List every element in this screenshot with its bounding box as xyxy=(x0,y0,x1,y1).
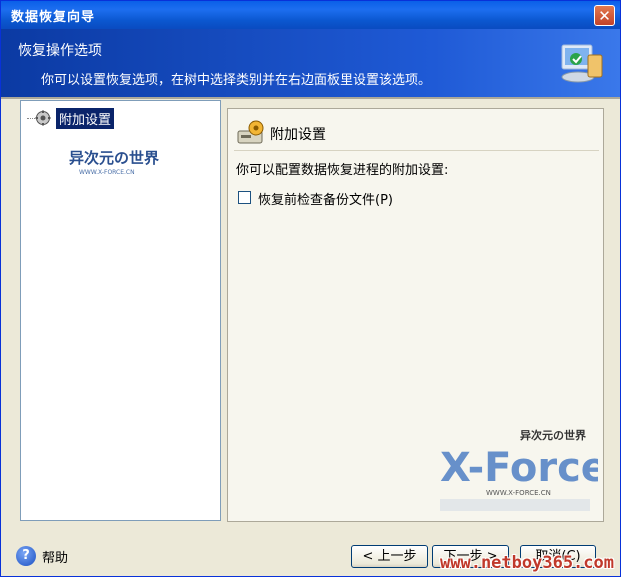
section-header: 附加设置 xyxy=(236,119,596,149)
recovery-wizard-icon xyxy=(561,44,603,83)
settings-drive-icon xyxy=(237,120,264,144)
gear-icon xyxy=(35,110,51,126)
site-watermark-small: 异次元の世界 WWW.X-FORCE.CN xyxy=(69,149,159,176)
netboy-watermark: www.netboy365.com xyxy=(440,553,614,573)
tree-item-additional-settings[interactable]: 附加设置 xyxy=(56,108,115,129)
header-title: 恢复操作选项 xyxy=(18,43,102,59)
section-divider xyxy=(234,150,599,151)
panel-title: 附加设置 xyxy=(270,127,326,143)
category-tree[interactable]: 附加设置 异次元の世界 WWW.X-FORCE.CN xyxy=(20,100,221,521)
back-button[interactable]: < 上一步 xyxy=(351,545,428,568)
header-separator xyxy=(1,97,620,99)
close-button[interactable]: ✕ xyxy=(594,5,615,26)
window-title: 数据恢复向导 xyxy=(11,10,96,25)
watermark-url: WWW.X-FORCE.CN xyxy=(486,489,551,497)
watermark-tagline: 异次元の世界 xyxy=(520,428,586,442)
watermark-small-sub: WWW.X-FORCE.CN xyxy=(79,169,135,176)
settings-panel: 附加设置 你可以配置数据恢复进程的附加设置: 恢复前检查备份文件(P) X-Fo… xyxy=(227,108,604,522)
wizard-window: 数据恢复向导 ✕ 恢复操作选项 你可以设置恢复选项，在树中选择类别并在右边面板里… xyxy=(0,0,621,577)
check-backup-label[interactable]: 恢复前检查备份文件(P) xyxy=(258,189,393,208)
xforce-watermark-logo: X-Force 异次元の世界 WWW.X-FORCE.CN xyxy=(440,428,598,511)
wizard-header: 恢复操作选项 你可以设置恢复选项，在树中选择类别并在右边面板里设置该选项。 xyxy=(1,29,620,97)
help-icon[interactable]: ? xyxy=(16,546,36,566)
watermark-brand: X-Force xyxy=(440,445,598,491)
close-icon: ✕ xyxy=(598,7,611,25)
title-bar[interactable]: 数据恢复向导 ✕ xyxy=(1,1,620,29)
panel-description: 你可以配置数据恢复进程的附加设置: xyxy=(236,163,449,178)
help-link[interactable]: 帮助 xyxy=(42,547,68,566)
watermark-small-main: 异次元の世界 xyxy=(69,149,159,167)
check-backup-checkbox[interactable] xyxy=(238,191,251,204)
header-subtitle: 你可以设置恢复选项，在树中选择类别并在右边面板里设置该选项。 xyxy=(41,73,432,88)
